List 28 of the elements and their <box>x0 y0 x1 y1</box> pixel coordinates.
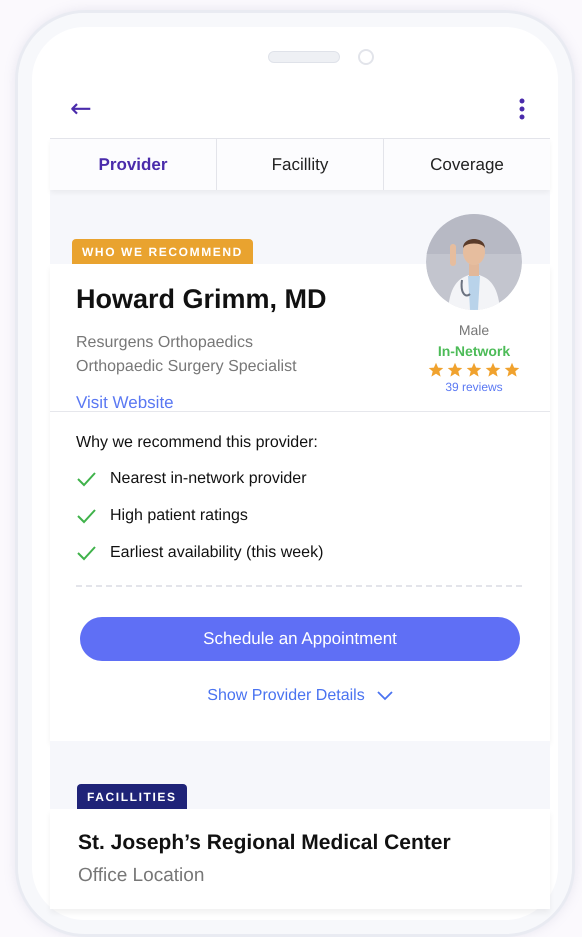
speaker-icon <box>268 51 340 63</box>
reason-text: Nearest in-network provider <box>110 470 307 488</box>
back-button[interactable]: ← <box>70 96 92 122</box>
facility-name: St. Joseph’s Regional Medical Center <box>78 831 452 855</box>
details-toggle[interactable]: Show Provider Details <box>203 683 397 709</box>
section-badge: FACILLITIES <box>77 784 187 809</box>
section-badge: WHO WE RECOMMEND <box>72 239 253 264</box>
schedule-button[interactable]: Schedule an Appointment <box>80 617 520 661</box>
chevron-icon <box>376 691 393 701</box>
reviews-link[interactable]: 39 reviews <box>445 380 503 394</box>
network-status: In-Network <box>438 342 510 361</box>
gender-label: Male <box>458 321 490 340</box>
menu-icon[interactable] <box>519 98 525 120</box>
provider-name: Howard Grimm, MD <box>76 284 327 315</box>
reason-text: High patient ratings <box>110 506 248 524</box>
reasons-title: Why we recommend this provider: <box>76 434 319 452</box>
specialty: Orthopaedic Surgery Specialist <box>76 357 298 377</box>
reason-text: Earliest availability (this week) <box>110 544 324 562</box>
star-icon <box>447 362 463 378</box>
facility-subtitle: Office Location <box>78 865 206 887</box>
star-icon <box>485 362 501 378</box>
star-icon <box>466 362 482 378</box>
tab[interactable]: Coverage <box>384 139 550 190</box>
star-icon <box>504 362 520 378</box>
camera-icon <box>358 49 374 65</box>
website-link[interactable]: Visit Website <box>76 393 327 413</box>
star-icon <box>428 362 444 378</box>
practice-name: Resurgens Orthopaedics <box>76 333 254 353</box>
